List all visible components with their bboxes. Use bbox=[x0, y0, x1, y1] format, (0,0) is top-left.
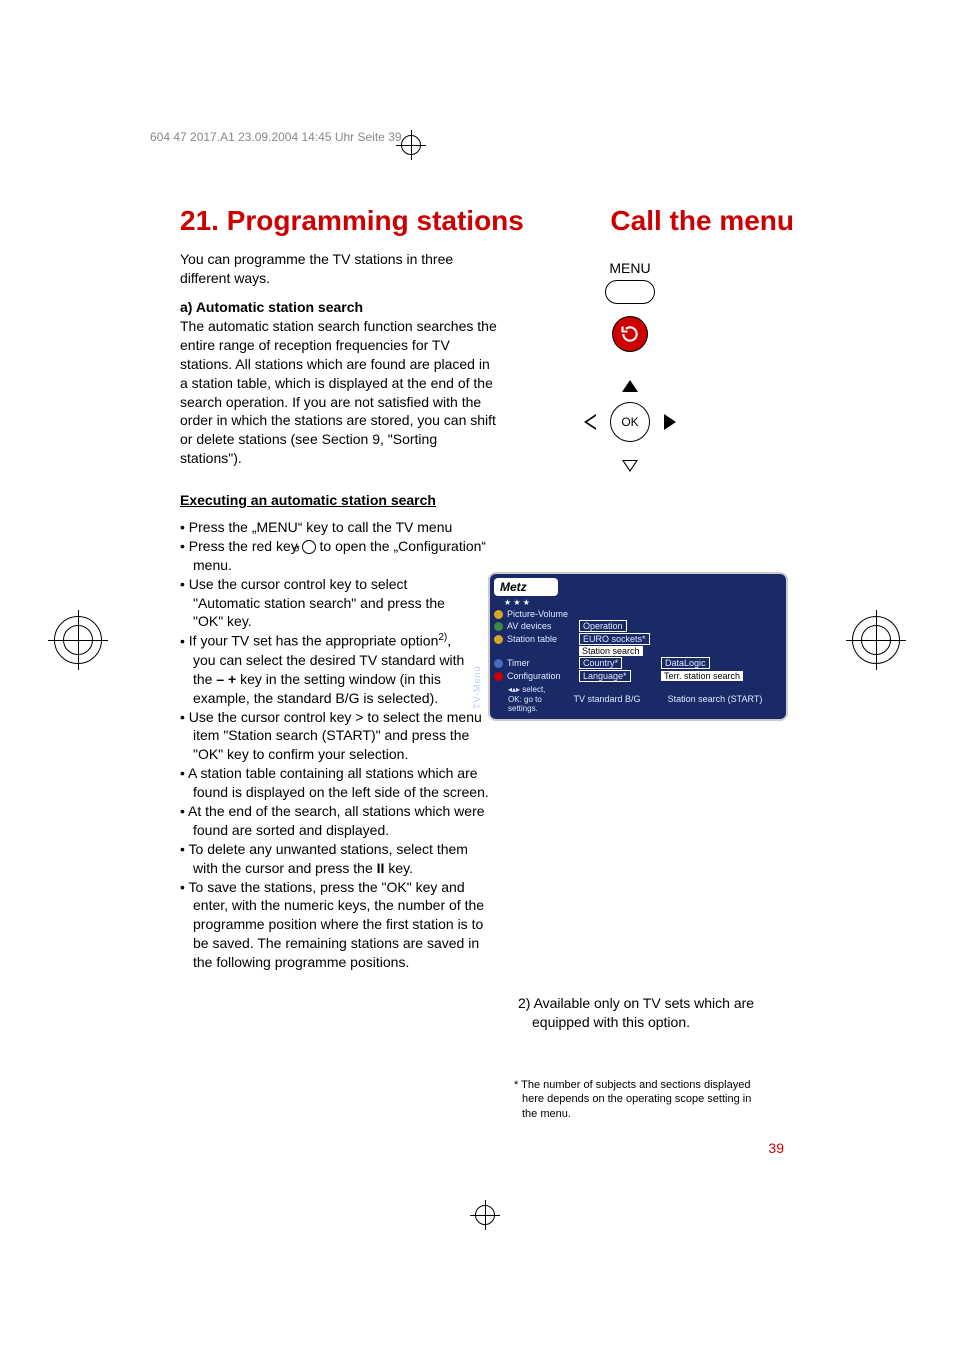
nav-pad-icon: OK bbox=[570, 372, 690, 472]
osd-logo: Metz bbox=[494, 578, 558, 596]
step-5: Use the cursor control key > to select t… bbox=[180, 708, 490, 765]
footnote-2: 2) Available only on TV sets which are e… bbox=[518, 994, 768, 1032]
dot-blue-icon bbox=[494, 659, 503, 668]
red-button-icon bbox=[612, 316, 648, 352]
arrow-right-icon bbox=[664, 414, 676, 430]
osd-timer: Timer bbox=[507, 658, 579, 668]
register-mark-bottom bbox=[470, 1200, 500, 1230]
menu-label: MENU bbox=[560, 260, 700, 276]
step-4: If your TV set has the appropriate optio… bbox=[180, 631, 470, 707]
arrow-up-icon bbox=[622, 380, 638, 392]
osd-station-search: Station search bbox=[579, 646, 643, 656]
step-2: Press the red key ↺ to open the „Configu… bbox=[180, 537, 490, 575]
step-6: A station table containing all stations … bbox=[180, 764, 490, 802]
dot-yellow-icon-2 bbox=[494, 635, 503, 644]
meta-header: 604 47 2017.A1 23.09.2004 14:45 Uhr Seit… bbox=[150, 130, 402, 144]
dot-red-icon bbox=[494, 672, 503, 681]
osd-status-right: Station search (START) bbox=[648, 694, 782, 704]
osd-euro-sockets: EURO sockets* bbox=[579, 633, 650, 645]
register-mark-left bbox=[48, 610, 108, 670]
osd-station-table: Station table bbox=[507, 634, 579, 644]
red-key-icon: ↺ bbox=[302, 540, 316, 554]
dot-green-icon bbox=[494, 622, 503, 631]
osd-terr-search: Terr. station search bbox=[661, 671, 743, 681]
paragraph-auto-search: The automatic station search function se… bbox=[180, 317, 500, 468]
osd-av-devices: AV devices bbox=[507, 621, 579, 631]
step-8: To delete any unwanted stations, select … bbox=[180, 840, 490, 878]
osd-operation: Operation bbox=[579, 620, 627, 632]
step-1: Press the „MENU“ key to call the TV menu bbox=[180, 518, 490, 537]
heading-execute: Executing an automatic station search bbox=[180, 492, 436, 508]
register-mark-top bbox=[396, 130, 426, 160]
dot-yellow-icon bbox=[494, 610, 503, 619]
page-number: 39 bbox=[768, 1140, 784, 1156]
step-7: At the end of the search, all stations w… bbox=[180, 802, 490, 840]
osd-country: Country* bbox=[579, 657, 622, 669]
chapter-title: 21. Programming stations bbox=[180, 205, 524, 237]
heading-auto-search: a) Automatic station search bbox=[180, 299, 363, 315]
osd-configuration: Configuration bbox=[507, 671, 579, 681]
osd-side-label: TV-Menü bbox=[472, 665, 482, 709]
ok-button-icon: OK bbox=[610, 402, 650, 442]
register-mark-right bbox=[846, 610, 906, 670]
section-title: Call the menu bbox=[610, 205, 794, 237]
step-9: To save the stations, press the "OK" key… bbox=[180, 878, 490, 972]
osd-language: Language* bbox=[579, 670, 631, 682]
osd-status-left: TV standard B/G bbox=[566, 694, 648, 704]
menu-button-icon bbox=[605, 280, 655, 304]
osd-menu-screenshot: Metz ★ ★ ★ Picture-Volume AV devices Ope… bbox=[488, 572, 788, 721]
osd-stars: ★ ★ ★ bbox=[494, 598, 782, 607]
footnote-star: * The number of subjects and sections di… bbox=[514, 1078, 764, 1121]
remote-graphic: MENU OK bbox=[560, 260, 700, 472]
title-row: 21. Programming stations Call the menu bbox=[180, 205, 794, 237]
step-3: Use the cursor control key to select "Au… bbox=[180, 575, 470, 632]
instruction-list: Press the „MENU“ key to call the TV menu… bbox=[180, 518, 490, 972]
osd-picture-volume: Picture-Volume bbox=[507, 609, 579, 619]
intro-text: You can programme the TV stations in thr… bbox=[180, 250, 490, 288]
osd-hint: ◂▴▸ select, OK: go to settings. bbox=[494, 685, 566, 714]
osd-datalogic: DataLogic bbox=[661, 657, 710, 669]
